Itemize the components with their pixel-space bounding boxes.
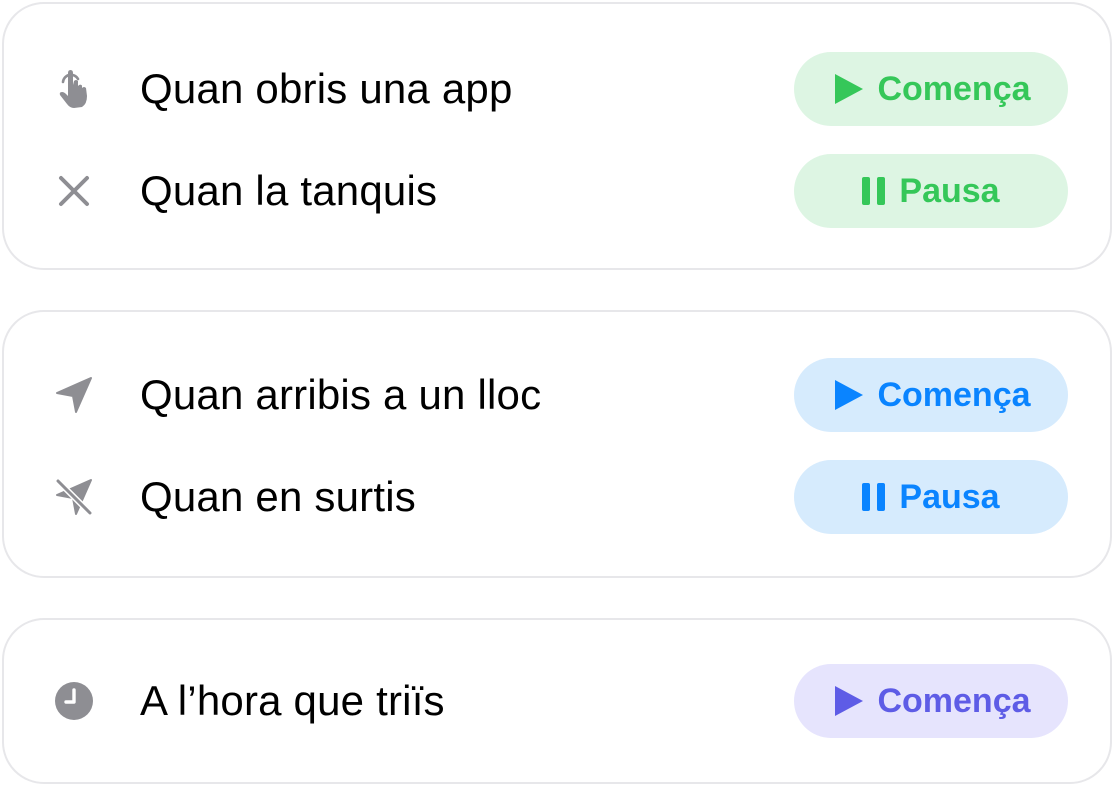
pause-button[interactable]: Pausa: [794, 154, 1068, 228]
location-slash-icon: [54, 477, 94, 517]
trigger-group-app: Quan obris una app Comença Quan la tanqu…: [2, 2, 1112, 270]
close-x-icon: [54, 171, 94, 211]
play-icon: [831, 380, 864, 410]
start-button-label: Comença: [877, 375, 1031, 414]
trigger-row-app-open: Quan obris una app Comença: [4, 52, 1110, 126]
start-button-label: Comença: [877, 69, 1031, 108]
start-button-label: Comença: [877, 681, 1031, 720]
start-button[interactable]: Comença: [794, 52, 1068, 126]
pause-button[interactable]: Pausa: [794, 460, 1068, 534]
trigger-row-leave: Quan en surtis Pausa: [4, 460, 1110, 534]
trigger-label: Quan obris una app: [140, 65, 513, 112]
trigger-row-arrive: Quan arribis a un lloc Comença: [4, 358, 1110, 432]
start-button[interactable]: Comença: [794, 664, 1068, 738]
trigger-label: Quan en surtis: [140, 473, 416, 520]
pause-icon: [862, 483, 886, 511]
pause-button-label: Pausa: [899, 477, 1000, 516]
pause-button-label: Pausa: [899, 171, 1000, 210]
hand-tap-icon: [54, 69, 94, 109]
trigger-group-location: Quan arribis a un lloc Comença Quan en s…: [2, 310, 1112, 578]
play-icon: [831, 74, 864, 104]
location-arrow-icon: [54, 375, 94, 415]
play-icon: [831, 686, 864, 716]
pause-icon: [862, 177, 886, 205]
trigger-label: Quan arribis a un lloc: [140, 371, 542, 418]
start-button[interactable]: Comença: [794, 358, 1068, 432]
trigger-group-time: A l’hora que triïs Comença: [2, 618, 1112, 784]
trigger-label: Quan la tanquis: [140, 167, 438, 214]
trigger-row-time: A l’hora que triïs Comença: [4, 664, 1110, 738]
trigger-label: A l’hora que triïs: [140, 677, 445, 724]
clock-icon: [54, 681, 94, 721]
trigger-row-app-close: Quan la tanquis Pausa: [4, 154, 1110, 228]
